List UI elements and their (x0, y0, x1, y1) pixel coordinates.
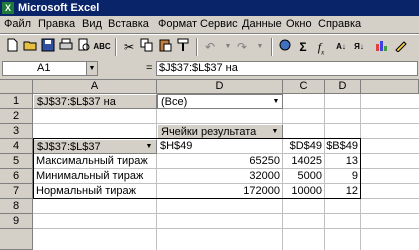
gridline (33, 213, 419, 214)
pivot-row-field-button[interactable]: $J$37:$L$37 ▼ (33, 139, 157, 154)
column-header-a[interactable]: A (33, 80, 157, 94)
gridline (33, 228, 419, 229)
column-header-d2[interactable]: D (325, 80, 361, 94)
copy-icon[interactable] (138, 38, 156, 56)
menu-tools[interactable]: Сервис (198, 17, 240, 32)
format-painter-icon[interactable] (174, 38, 192, 56)
row-header-5[interactable]: 5 (0, 154, 33, 169)
pivot-row-label[interactable]: Максимальный тираж (33, 154, 157, 169)
formula-bar: A1 ▼ = $J$37:$L$37 на (0, 59, 419, 80)
row-header-9[interactable]: 9 (0, 214, 33, 229)
menu-window[interactable]: Окно (284, 17, 314, 32)
menu-edit[interactable]: Правка (36, 17, 77, 32)
chart-wizard-icon[interactable] (372, 38, 390, 56)
pivot-col-header[interactable]: $D$49 (283, 139, 325, 154)
pivot-value-cell[interactable]: 13 (325, 154, 361, 169)
column-header-empty[interactable] (361, 80, 419, 94)
pivot-page-field-value-text: (Все) (161, 96, 188, 108)
name-box-dropdown-icon[interactable]: ▼ (86, 61, 98, 76)
worksheet-grid[interactable]: A D C D 1 2 3 4 5 6 7 8 9 $J$37:$L$37 на… (0, 80, 419, 250)
menu-format[interactable]: Формат (156, 17, 199, 32)
toolbar-separator (271, 38, 273, 56)
hyperlink-icon[interactable] (276, 38, 294, 56)
name-box[interactable]: A1 (2, 61, 94, 76)
menu-file[interactable]: Файл (2, 17, 33, 32)
pivot-value-cell[interactable]: 5000 (283, 169, 325, 184)
pivot-value-cell[interactable]: 65250 (157, 154, 283, 169)
pivot-value-cell[interactable]: 172000 (157, 184, 283, 199)
select-all-corner[interactable] (0, 80, 33, 94)
window-title: Microsoft Excel (18, 2, 100, 14)
sort-ascending-icon[interactable]: A↓ (332, 38, 350, 56)
pivot-value-cell[interactable]: 9 (325, 169, 361, 184)
sort-descending-icon[interactable]: Я↓ (350, 38, 368, 56)
drawing-icon[interactable] (392, 38, 410, 56)
pivot-value-cell[interactable]: 10000 (283, 184, 325, 199)
menu-data[interactable]: Данные (240, 17, 284, 32)
pivot-data-header-label: Ячейки результата (161, 126, 257, 138)
function-icon[interactable]: fx (312, 38, 330, 56)
row-header-10[interactable] (0, 229, 33, 250)
redo-icon[interactable]: ↷ (233, 38, 251, 56)
chevron-down-icon[interactable]: ▼ (271, 97, 281, 107)
pivot-value-cell[interactable]: 32000 (157, 169, 283, 184)
chevron-down-icon[interactable]: ▼ (270, 127, 280, 137)
row-header-1[interactable]: 1 (0, 94, 33, 109)
column-header-c[interactable]: C (283, 80, 325, 94)
pivot-page-field-value[interactable]: (Все) ▼ (157, 94, 283, 109)
pivot-col-header[interactable]: $H$49 (157, 139, 283, 154)
pivot-row-label[interactable]: Нормальный тираж (33, 184, 157, 199)
pivot-page-field-button[interactable]: $J$37:$L$37 на (33, 94, 157, 109)
pivot-row-label[interactable]: Минимальный тираж (33, 169, 157, 184)
menu-help[interactable]: Справка (316, 17, 363, 32)
paste-icon[interactable] (156, 38, 174, 56)
pivot-page-field-label: $J$37:$L$37 на (37, 96, 116, 108)
row-header-8[interactable]: 8 (0, 199, 33, 214)
row-header-7[interactable]: 7 (0, 184, 33, 199)
spelling-icon[interactable]: ABC (93, 38, 111, 56)
title-bar: X Microsoft Excel (0, 0, 419, 16)
row-header-2[interactable]: 2 (0, 109, 33, 124)
redo-dropdown-icon[interactable]: ▼ (251, 38, 269, 56)
excel-app-icon: X (2, 2, 14, 14)
print-preview-icon[interactable] (75, 38, 93, 56)
row-header-3[interactable]: 3 (0, 124, 33, 139)
row-header-4[interactable]: 4 (0, 139, 33, 154)
toolbar-separator (115, 38, 117, 56)
pivot-col-header[interactable]: $B$49 (325, 139, 361, 154)
new-icon[interactable] (3, 38, 21, 56)
save-icon[interactable] (39, 38, 57, 56)
autosum-icon[interactable]: Σ (294, 38, 312, 56)
pivot-row-field-label: $J$37:$L$37 (37, 141, 101, 153)
chevron-down-icon[interactable]: ▼ (144, 142, 154, 152)
formula-input[interactable]: $J$37:$L$37 на (156, 61, 418, 76)
open-icon[interactable] (21, 38, 39, 56)
standard-toolbar: ABC ✂ ↶ ▼ ↷ ▼ Σ fx A↓ Я↓ (0, 34, 419, 60)
toolbar-separator (196, 38, 198, 56)
menu-bar: Файл Правка Вид Вставка Формат Сервис Да… (0, 16, 419, 34)
print-icon[interactable] (57, 38, 75, 56)
menu-view[interactable]: Вид (80, 17, 104, 32)
row-header-6[interactable]: 6 (0, 169, 33, 184)
pivot-data-header-button[interactable]: Ячейки результата ▼ (157, 124, 283, 139)
pivot-value-cell[interactable]: 12 (325, 184, 361, 199)
cut-icon[interactable]: ✂ (120, 38, 138, 56)
undo-icon[interactable]: ↶ (201, 38, 219, 56)
menu-insert[interactable]: Вставка (106, 17, 151, 32)
column-header-d[interactable]: D (157, 80, 283, 94)
formula-equals-label: = (146, 62, 153, 74)
pivot-value-cell[interactable]: 14025 (283, 154, 325, 169)
